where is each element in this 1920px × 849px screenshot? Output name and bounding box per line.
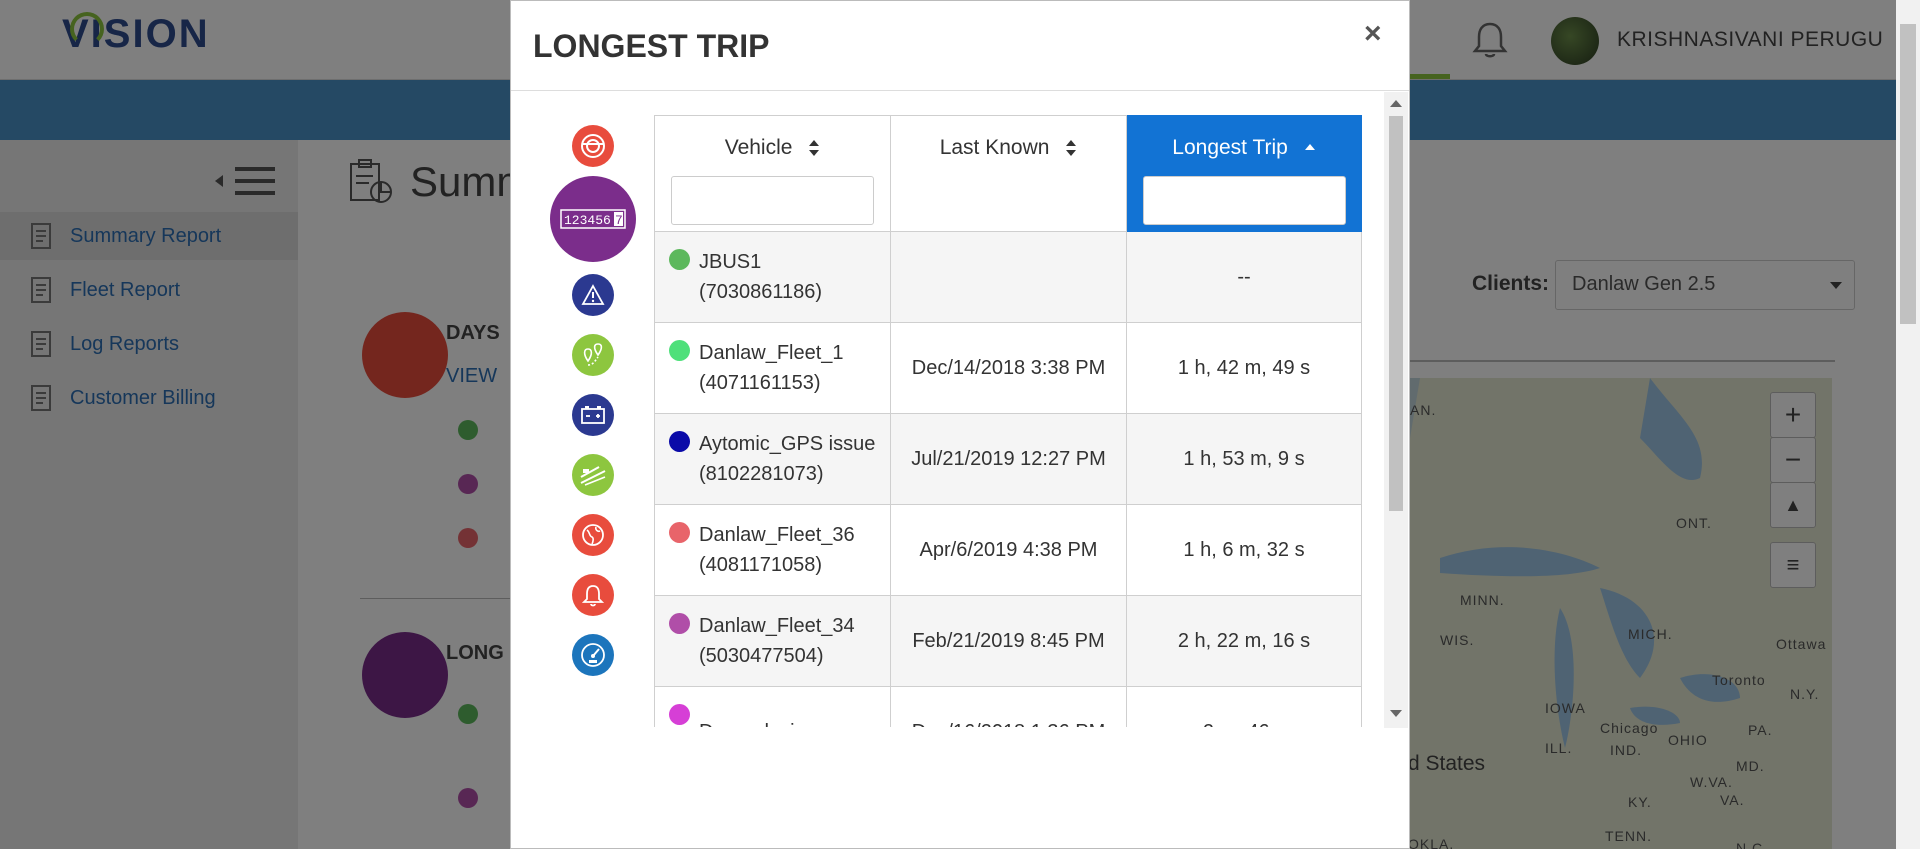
vehicle-status-dot [669, 340, 690, 361]
table-row[interactable]: Danlaw_Fleet_36 (4081171058) Apr/6/2019 4:… [654, 504, 1362, 596]
table-row[interactable]: Aytomic_GPS issue (8102281073) Jul/21/2019… [654, 413, 1362, 505]
vehicle-name: JBUS1 [699, 251, 762, 273]
warning-icon[interactable] [572, 274, 614, 316]
last-known-cell: Dec/16/2018 1:36 PM [890, 686, 1127, 727]
vehicle-name: Danlaw_Fleet_34 [699, 615, 855, 637]
longest-trip-cell: 2 h, 22 m, 16 s [1126, 595, 1362, 687]
svg-text:7: 7 [615, 213, 623, 228]
bell-icon[interactable] [572, 574, 614, 616]
longest-trip-table-container[interactable]: Vehicle Last Known Longest Trip JBUS1 (7… [654, 115, 1374, 727]
vehicle-cell: Aytomic_GPS issue (8102281073) [654, 413, 891, 505]
vehicle-id: (4081171058) [699, 554, 823, 576]
table-row[interactable]: Demo deviceDec/16/2018 1:36 PM2 m, 46 s [654, 686, 1362, 727]
sort-asc-icon [1304, 144, 1315, 151]
longest-trip-cell: 1 h, 6 m, 32 s [1126, 504, 1362, 596]
column-header-longest-trip[interactable]: Longest Trip [1126, 115, 1362, 232]
modal-header: LONGEST TRIP × [511, 1, 1409, 91]
vehicle-status-dot [669, 613, 690, 634]
close-icon[interactable]: × [1364, 17, 1382, 51]
longest-trip-cell: 1 h, 53 m, 9 s [1126, 413, 1362, 505]
vehicle-name: Danlaw_Fleet_1 [699, 342, 844, 364]
last-known-cell: Apr/6/2019 4:38 PM [890, 504, 1127, 596]
vehicle-filter-input[interactable] [671, 176, 874, 225]
route-pins-icon[interactable] [572, 334, 614, 376]
battery-icon[interactable] [572, 394, 614, 436]
odometer-icon[interactable]: 123456 7 [550, 176, 636, 262]
vehicle-status-dot [669, 704, 690, 725]
longest-trip-cell: 1 h, 42 m, 49 s [1126, 322, 1362, 414]
vehicle-name: Danlaw_Fleet_36 [699, 524, 855, 546]
scroll-up-arrow-icon[interactable] [1390, 100, 1402, 107]
longest-trip-modal: LONGEST TRIP × 123456 7 Vehicle Last Kno… [510, 0, 1410, 849]
last-known-cell: Jul/21/2019 12:27 PM [890, 413, 1127, 505]
steering-wheel-icon[interactable] [572, 125, 614, 167]
vehicle-cell: Danlaw_Fleet_1 (4071161153) [654, 322, 891, 414]
longest-trip-cell: -- [1126, 231, 1362, 323]
vehicle-id: (5030477504) [699, 645, 824, 667]
page-scrollbar[interactable] [1896, 0, 1920, 849]
vehicle-cell: JBUS1 (7030861186) [654, 231, 891, 323]
table-row[interactable]: JBUS1 (7030861186) -- [654, 231, 1362, 323]
page-scrollbar-thumb[interactable] [1900, 24, 1916, 324]
vehicle-cell: Danlaw_Fleet_36 (4081171058) [654, 504, 891, 596]
globe-icon[interactable] [572, 514, 614, 556]
table-scrollbar-thumb[interactable] [1389, 116, 1403, 511]
longest-trip-filter-input[interactable] [1142, 176, 1346, 225]
last-known-cell: Dec/14/2018 3:38 PM [890, 322, 1127, 414]
vehicle-status-dot [669, 522, 690, 543]
sort-both-icon [809, 140, 820, 157]
table-row[interactable]: Danlaw_Fleet_1 (4071161153) Dec/14/2018 3:… [654, 322, 1362, 414]
vehicle-cell: Demo device [654, 686, 891, 727]
longest-trip-cell: 2 m, 46 s [1126, 686, 1362, 727]
column-header-last-known[interactable]: Last Known [890, 115, 1127, 232]
vehicle-cell: Danlaw_Fleet_34 (5030477504) [654, 595, 891, 687]
longest-trip-table: Vehicle Last Known Longest Trip JBUS1 (7… [654, 115, 1362, 727]
speedometer-icon[interactable] [572, 634, 614, 676]
vehicle-status-dot [669, 249, 690, 270]
vehicle-status-dot [669, 431, 690, 452]
vehicle-name: Demo device [669, 717, 890, 727]
column-header-vehicle[interactable]: Vehicle [654, 115, 891, 232]
sort-both-icon [1066, 140, 1077, 157]
road-icon[interactable] [572, 454, 614, 496]
table-row[interactable]: Danlaw_Fleet_34 (5030477504) Feb/21/2019 8… [654, 595, 1362, 687]
modal-title: LONGEST TRIP [533, 28, 770, 64]
vehicle-id: (4071161153) [699, 372, 821, 394]
svg-text:123456: 123456 [564, 213, 611, 228]
last-known-cell: Feb/21/2019 8:45 PM [890, 595, 1127, 687]
vehicle-id: (8102281073) [699, 463, 824, 485]
last-known-cell [890, 231, 1127, 323]
table-header-row: Vehicle Last Known Longest Trip [654, 115, 1362, 232]
vehicle-id: (7030861186) [699, 281, 823, 303]
vehicle-name: Aytomic_GPS issue [699, 433, 876, 455]
scroll-down-arrow-icon[interactable] [1390, 710, 1402, 717]
table-scrollbar[interactable] [1384, 92, 1408, 728]
